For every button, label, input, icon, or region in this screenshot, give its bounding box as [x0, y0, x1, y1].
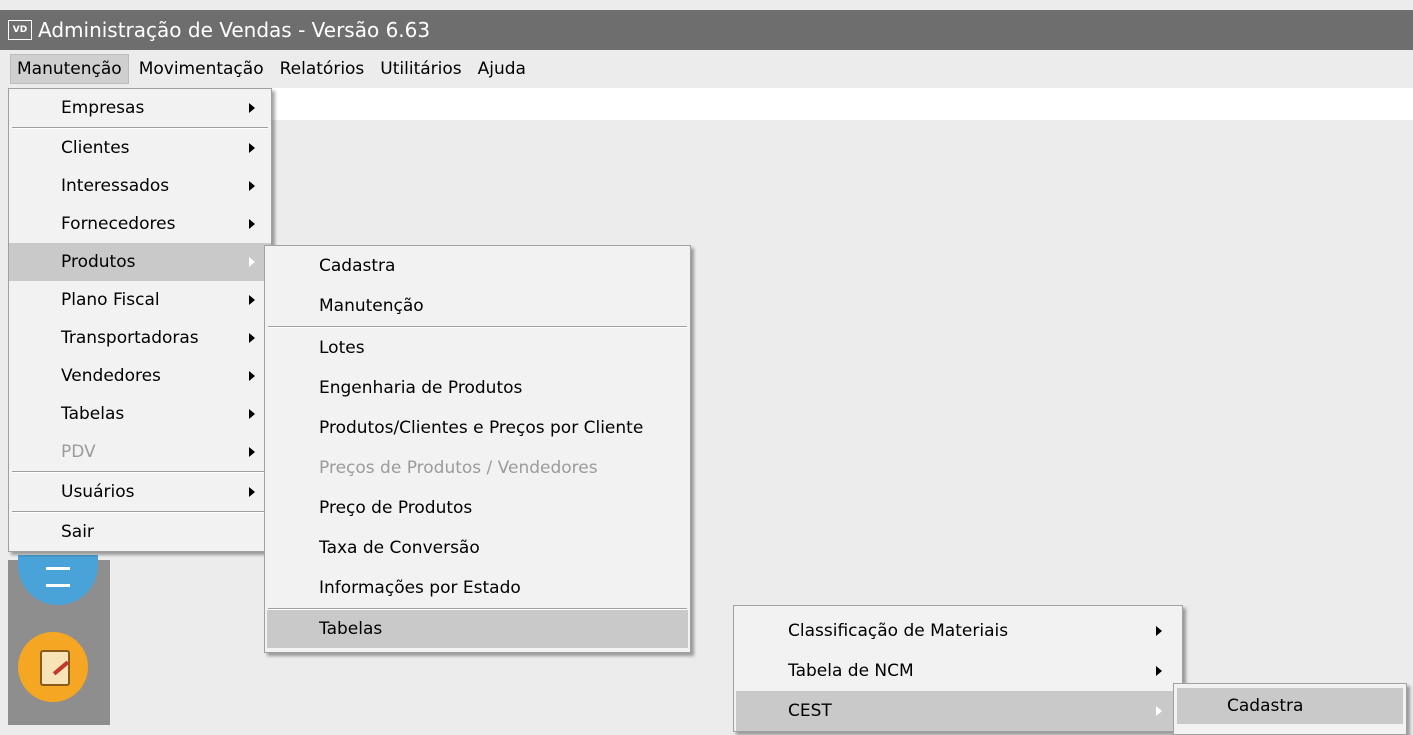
menu-item-manutencao[interactable]: Manutenção [265, 286, 690, 326]
menu-item-engenharia[interactable]: Engenharia de Produtos [265, 368, 690, 408]
submenu-arrow-icon [249, 487, 255, 497]
menu-manutencao[interactable]: Manutenção [10, 54, 129, 84]
submenu-arrow-icon [249, 219, 255, 229]
menu-item-label: Sair [61, 522, 94, 542]
submenu-arrow-icon [249, 103, 255, 113]
submenu-arrow-icon [249, 409, 255, 419]
menu-item-label: Classificação de Materiais [788, 621, 1009, 641]
menu-item-usuarios[interactable]: Usuários [9, 473, 271, 511]
menu-item-interessados[interactable]: Interessados [9, 167, 271, 205]
menu-item-label: Transportadoras [61, 328, 199, 348]
menu-item-label: Tabelas [319, 619, 383, 639]
menu-item-label: Cadastra [319, 256, 396, 276]
menu-item-fornecedores[interactable]: Fornecedores [9, 205, 271, 243]
menu-item-label: Informações por Estado [319, 578, 521, 598]
submenu-arrow-icon [249, 295, 255, 305]
menu-item-label: Tabelas [61, 404, 125, 424]
menu-item-taxa-conversao[interactable]: Taxa de Conversão [265, 528, 690, 568]
app-icon: VD [8, 20, 32, 40]
submenu-arrow-icon [249, 447, 255, 457]
submenu-arrow-icon [249, 257, 255, 267]
menu-item-pdv: PDV [9, 433, 271, 471]
manutencao-dropdown: Empresas Clientes Interessados Fornecedo… [8, 88, 272, 552]
toolbar-area [270, 88, 1413, 120]
menu-item-vendedores[interactable]: Vendedores [9, 357, 271, 395]
menu-item-classificacao-materiais[interactable]: Classificação de Materiais [734, 611, 1182, 651]
menu-item-tabelas[interactable]: Tabelas [9, 395, 271, 433]
menu-ajuda[interactable]: Ajuda [472, 55, 532, 83]
menu-item-lotes[interactable]: Lotes [265, 328, 690, 368]
produtos-submenu: Cadastra Manutenção Lotes Engenharia de … [264, 245, 691, 653]
menu-item-label: Cadastra [1227, 696, 1304, 716]
menu-item-informacoes-estado[interactable]: Informações por Estado [265, 568, 690, 608]
submenu-arrow-icon [249, 371, 255, 381]
submenu-arrow-icon [249, 143, 255, 153]
menu-item-label: Preço de Produtos [319, 498, 473, 518]
menu-item-label: Fornecedores [61, 214, 176, 234]
menu-item-label: Tabela de NCM [788, 661, 914, 681]
menu-item-label: Preços de Produtos / Vendedores [319, 458, 598, 478]
submenu-arrow-icon [1156, 666, 1162, 676]
menu-bar: Manutenção Movimentação Relatórios Utili… [0, 52, 1413, 86]
submenu-arrow-icon [249, 333, 255, 343]
submenu-arrow-icon [1156, 706, 1162, 716]
menu-item-label: Empresas [61, 98, 145, 118]
menu-item-sair[interactable]: Sair [9, 513, 271, 551]
menu-item-plano-fiscal[interactable]: Plano Fiscal [9, 281, 271, 319]
sidebar [8, 555, 110, 725]
title-bar: VD Administração de Vendas - Versão 6.63 [0, 10, 1413, 50]
menu-item-label: Plano Fiscal [61, 290, 160, 310]
submenu-arrow-icon [1156, 626, 1162, 636]
menu-item-produtos-clientes[interactable]: Produtos/Clientes e Preços por Cliente [265, 408, 690, 448]
menu-item-label: Engenharia de Produtos [319, 378, 523, 398]
menu-item-precos-vendedores: Preços de Produtos / Vendedores [265, 448, 690, 488]
menu-item-label: CEST [788, 701, 832, 721]
list-icon[interactable] [18, 555, 98, 605]
menu-item-preco-produtos[interactable]: Preço de Produtos [265, 488, 690, 528]
menu-item-label: Taxa de Conversão [319, 538, 480, 558]
menu-item-cadastra[interactable]: Cadastra [265, 246, 690, 286]
menu-item-label: Interessados [61, 176, 170, 196]
tabelas-submenu: Classificação de Materiais Tabela de NCM… [733, 605, 1183, 732]
menu-item-label: Usuários [61, 482, 135, 502]
menu-item-label: Produtos/Clientes e Preços por Cliente [319, 418, 644, 438]
menu-item-label: Lotes [319, 338, 365, 358]
menu-item-transportadoras[interactable]: Transportadoras [9, 319, 271, 357]
window-title: Administração de Vendas - Versão 6.63 [38, 18, 431, 42]
menu-movimentacao[interactable]: Movimentação [133, 55, 270, 83]
menu-item-label: Vendedores [61, 366, 161, 386]
menu-item-label: Manutenção [319, 296, 424, 316]
menu-item-cest-cadastra[interactable]: Cadastra [1177, 688, 1403, 724]
menu-item-tabela-ncm[interactable]: Tabela de NCM [734, 651, 1182, 691]
submenu-arrow-icon [249, 181, 255, 191]
menu-item-tabelas-produtos[interactable]: Tabelas [267, 610, 688, 648]
notes-icon[interactable] [18, 632, 88, 702]
menu-utilitarios[interactable]: Utilitários [374, 55, 467, 83]
menu-item-empresas[interactable]: Empresas [9, 89, 271, 127]
menu-item-label: Produtos [61, 252, 136, 272]
menu-item-label: PDV [61, 442, 96, 462]
menu-item-label: Clientes [61, 138, 130, 158]
menu-item-produtos[interactable]: Produtos [9, 243, 271, 281]
menu-item-cest[interactable]: CEST [736, 691, 1180, 731]
menu-relatorios[interactable]: Relatórios [274, 55, 371, 83]
cest-submenu: Cadastra [1173, 683, 1407, 735]
menu-item-clientes[interactable]: Clientes [9, 129, 271, 167]
